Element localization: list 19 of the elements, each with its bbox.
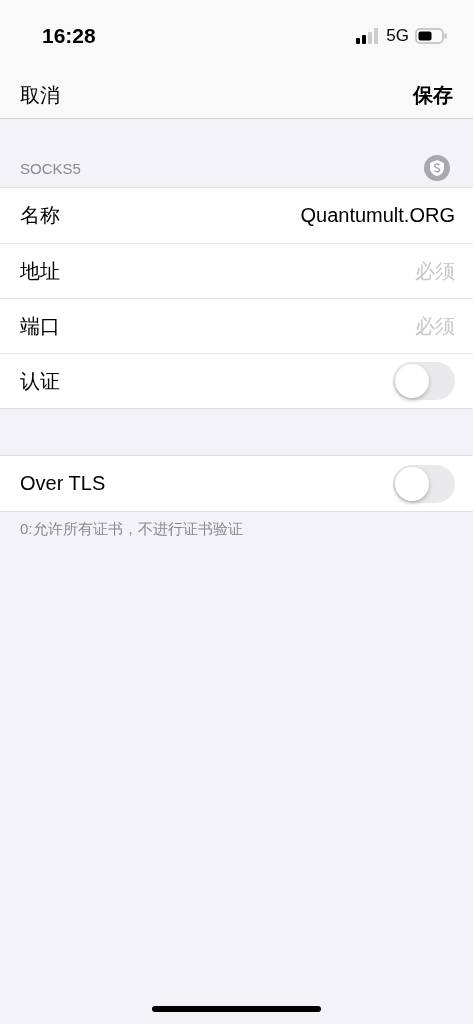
signal-icon bbox=[356, 28, 381, 44]
network-label: 5G bbox=[386, 26, 409, 46]
save-button[interactable]: 保存 bbox=[413, 81, 453, 109]
row-label: Over TLS bbox=[20, 472, 107, 495]
shield-icon bbox=[423, 154, 451, 182]
input-field[interactable]: 必须 bbox=[205, 314, 455, 338]
footer-note: 0:允许所有证书，不进行证书验证 bbox=[19, 519, 244, 539]
section-header: SOCKS5 bbox=[20, 159, 81, 177]
input-field[interactable]: 必须 bbox=[205, 259, 455, 283]
cancel-button[interactable]: 取消 bbox=[20, 81, 60, 109]
row-label: 端口 bbox=[20, 313, 61, 339]
toggle-switch[interactable] bbox=[393, 464, 455, 503]
row-label: 认证 bbox=[20, 368, 61, 394]
row-label: 地址 bbox=[20, 258, 61, 284]
toggle-switch[interactable] bbox=[393, 362, 455, 400]
status-time: 16:28 bbox=[42, 24, 97, 48]
row-label: 名称 bbox=[20, 203, 61, 228]
input-field[interactable]: Quantumult.ORG bbox=[205, 204, 455, 227]
battery-icon bbox=[415, 28, 447, 44]
